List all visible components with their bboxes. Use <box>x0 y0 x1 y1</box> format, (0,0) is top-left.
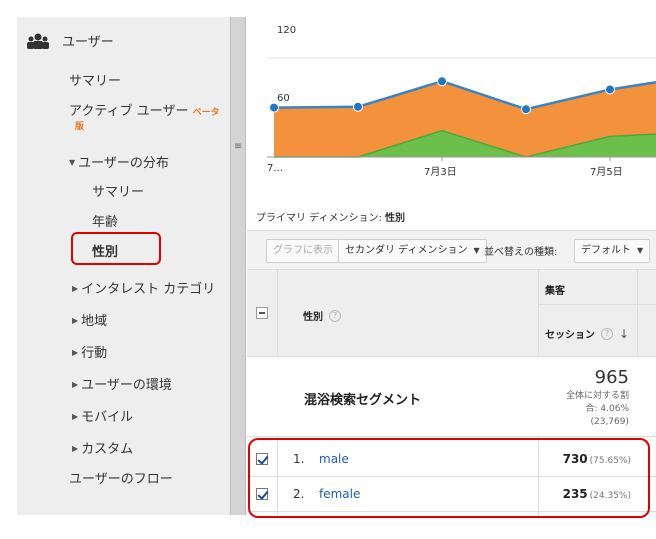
sort-type-value: デフォルト <box>581 245 631 256</box>
y-tick-label: 60 <box>277 93 290 104</box>
sidebar-header-users[interactable]: ユーザー <box>27 31 114 50</box>
sidebar-item-environment[interactable]: ▶ ユーザーの環境 <box>72 374 172 393</box>
triangle-right-icon: ▶ <box>72 348 79 357</box>
triangle-right-icon: ▶ <box>72 284 79 293</box>
help-icon[interactable]: ? <box>601 327 613 340</box>
sidebar-item-label: カスタム <box>81 442 134 457</box>
sidebar-item-distribution[interactable]: ▼ ユーザーの分布 <box>69 152 169 171</box>
sidebar-item-label: 行動 <box>81 346 108 361</box>
data-point[interactable] <box>437 76 447 87</box>
header-acquisition: 集客 <box>545 286 565 297</box>
triangle-right-icon: ▶ <box>72 380 79 389</box>
scroll-grip-icon: ≡ <box>234 141 242 152</box>
collapse-all-checkbox[interactable] <box>256 307 268 319</box>
sort-arrow-icon[interactable]: ↓ <box>619 327 629 341</box>
segment-summary-row: 混浴検索セグメント 965 全体に対する割 合: 4.06% (23,769) <box>247 357 656 437</box>
data-point[interactable] <box>269 102 279 113</box>
sidebar-item-label: モバイル <box>81 410 134 425</box>
segment-share-line: (23,769) <box>590 417 629 427</box>
segment-share-line: 合: 4.06% <box>585 404 629 414</box>
caret-down-icon: ▼ <box>473 246 480 255</box>
triangle-right-icon: ▶ <box>72 444 79 453</box>
segment-total: 965 <box>594 367 629 388</box>
caret-down-icon: ▼ <box>637 246 644 255</box>
sidebar-item-flow[interactable]: ユーザーのフロー <box>69 468 173 487</box>
data-point[interactable] <box>353 101 363 112</box>
table-toolbar: グラフに表示 セカンダリ ディメンション ▼ 並べ替えの種類: デフォルト ▼ <box>247 230 656 270</box>
sidebar-item-age[interactable]: 年齢 <box>92 211 118 230</box>
sidebar-item-label: 地域 <box>81 314 108 329</box>
primary-dimension-value[interactable]: 性別 <box>385 213 405 224</box>
sidebar-item-label: ユーザーの分布 <box>78 156 169 171</box>
header-sessions[interactable]: セッション ? ↓ <box>545 326 629 342</box>
segment-share-line: 全体に対する割 <box>565 391 629 401</box>
secondary-dimension-dropdown[interactable]: セカンダリ ディメンション ▼ <box>338 239 487 263</box>
primary-dimension: プライマリ ディメンション: 性別 <box>256 209 405 224</box>
sort-type-label: 並べ替えの種類: <box>484 247 558 258</box>
y-tick-label: 120 <box>277 25 297 36</box>
header-gender-label: 性別 <box>303 312 323 323</box>
help-icon[interactable]: ? <box>329 309 341 322</box>
triangle-right-icon: ▶ <box>72 412 79 421</box>
column-divider <box>637 270 638 357</box>
header-sessions-label: セッション <box>545 330 595 341</box>
sidebar-item-label: ユーザーのフロー <box>69 472 173 487</box>
sidebar-item-active-users[interactable]: アクティブ ユーザー ベータ <box>69 100 220 119</box>
sidebar-item-geo[interactable]: ▶ 地域 <box>72 310 107 329</box>
show-in-graph-button[interactable]: グラフに表示 <box>266 239 340 263</box>
triangle-right-icon: ▶ <box>72 316 79 325</box>
segment-name: 混浴検索セグメント <box>304 393 422 408</box>
sidebar-item-label: サマリー <box>92 185 145 200</box>
sidebar-item-dist-summary[interactable]: サマリー <box>92 181 144 200</box>
highlight-box-rows <box>248 438 650 518</box>
sessions-chart: 120 60 7... 7月3日 7月5日 <box>247 17 656 187</box>
data-point[interactable] <box>605 84 615 95</box>
sidebar-header-label: ユーザー <box>62 35 114 50</box>
sidebar-item-behavior[interactable]: ▶ 行動 <box>72 342 107 361</box>
data-point[interactable] <box>521 104 531 115</box>
header-divider <box>539 304 656 305</box>
sidebar-item-mobile[interactable]: ▶ モバイル <box>72 406 133 425</box>
sidebar-item-summary[interactable]: サマリー <box>69 70 121 89</box>
x-tick-label: 7月3日 <box>424 167 457 178</box>
x-tick-label: 7... <box>267 163 283 174</box>
header-gender[interactable]: 性別 ? <box>303 308 341 323</box>
sidebar: ユーザー サマリー アクティブ ユーザー ベータ 版 ▼ ユーザーの分布 サマリー… <box>17 17 230 515</box>
sidebar-item-label: アクティブ ユーザー <box>69 104 189 119</box>
sidebar-item-custom[interactable]: ▶ カスタム <box>72 438 133 457</box>
sort-type-dropdown[interactable]: デフォルト ▼ <box>574 239 651 263</box>
beta-badge: ベータ <box>192 108 220 118</box>
sidebar-item-label: サマリー <box>69 74 122 89</box>
sidebar-item-label: 年齢 <box>92 215 119 230</box>
secondary-dimension-label: セカンダリ ディメンション <box>345 245 468 256</box>
primary-dimension-label: プライマリ ディメンション: <box>256 213 382 224</box>
sidebar-item-interest[interactable]: ▶ インタレスト カテゴリ <box>72 278 215 297</box>
beta-badge-suffix: 版 <box>75 122 85 132</box>
sidebar-item-label: インタレスト カテゴリ <box>81 282 216 297</box>
users-icon <box>27 33 49 49</box>
segment-share: 全体に対する割 合: 4.06% (23,769) <box>539 390 629 429</box>
area-chart-svg <box>267 57 656 161</box>
highlight-box-gender <box>71 232 161 265</box>
triangle-down-icon: ▼ <box>69 158 76 167</box>
x-tick-label: 7月5日 <box>590 167 623 178</box>
sidebar-item-label: ユーザーの環境 <box>81 378 172 393</box>
sidebar-scrollbar[interactable]: ≡ <box>230 17 246 515</box>
